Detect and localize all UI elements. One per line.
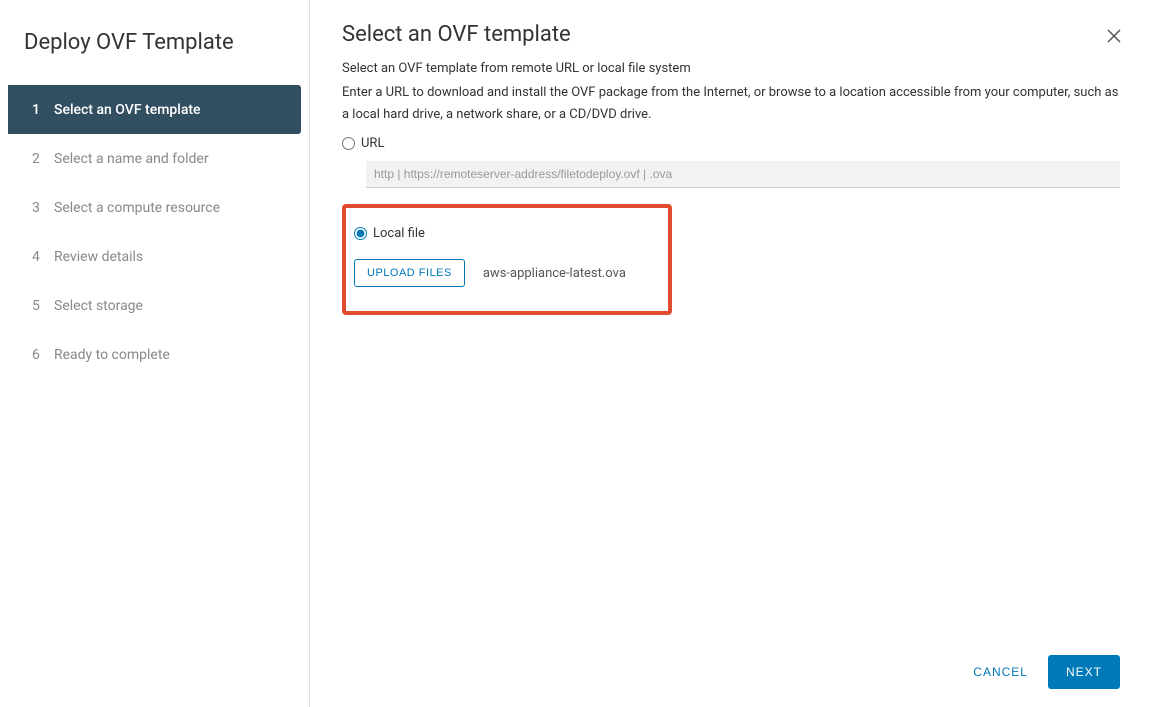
radio-url-row[interactable]: URL bbox=[342, 136, 1120, 151]
next-button[interactable]: NEXT bbox=[1048, 655, 1120, 689]
step-label: Ready to complete bbox=[54, 347, 170, 363]
step-name-folder[interactable]: 2 Select a name and folder bbox=[8, 134, 301, 183]
upload-row: UPLOAD FILES aws-appliance-latest.ova bbox=[354, 259, 654, 287]
radio-local-file[interactable] bbox=[354, 227, 367, 240]
step-compute-resource[interactable]: 3 Select a compute resource bbox=[8, 183, 301, 232]
step-label: Review details bbox=[54, 249, 143, 265]
step-number: 4 bbox=[32, 249, 50, 265]
selected-file-name: aws-appliance-latest.ova bbox=[483, 266, 626, 281]
page-subtitle: Select an OVF template from remote URL o… bbox=[342, 61, 1120, 76]
step-number: 6 bbox=[32, 347, 50, 363]
step-number: 3 bbox=[32, 200, 50, 216]
wizard-steps: 1 Select an OVF template 2 Select a name… bbox=[0, 85, 309, 379]
cancel-button[interactable]: CANCEL bbox=[973, 665, 1028, 679]
step-label: Select storage bbox=[54, 298, 143, 314]
upload-files-button[interactable]: UPLOAD FILES bbox=[354, 259, 465, 287]
step-label: Select a name and folder bbox=[54, 151, 209, 167]
step-select-storage[interactable]: 5 Select storage bbox=[8, 281, 301, 330]
step-number: 1 bbox=[32, 102, 50, 118]
local-file-highlight: Local file UPLOAD FILES aws-appliance-la… bbox=[342, 204, 672, 315]
wizard-content: Select an OVF template Select an OVF tem… bbox=[310, 0, 1152, 707]
step-select-ovf[interactable]: 1 Select an OVF template bbox=[8, 85, 301, 134]
step-label: Select an OVF template bbox=[54, 102, 201, 118]
radio-url[interactable] bbox=[342, 137, 355, 150]
step-number: 2 bbox=[32, 151, 50, 167]
radio-local-file-row[interactable]: Local file bbox=[354, 226, 654, 241]
radio-url-label: URL bbox=[361, 136, 384, 151]
wizard-footer: CANCEL NEXT bbox=[973, 655, 1120, 689]
page-description: Enter a URL to download and install the … bbox=[342, 82, 1120, 126]
wizard-dialog: Deploy OVF Template 1 Select an OVF temp… bbox=[0, 0, 1152, 707]
step-ready-complete[interactable]: 6 Ready to complete bbox=[8, 330, 301, 379]
url-input[interactable] bbox=[366, 161, 1120, 188]
page-title: Select an OVF template bbox=[342, 22, 1120, 47]
step-number: 5 bbox=[32, 298, 50, 314]
wizard-title: Deploy OVF Template bbox=[0, 20, 309, 85]
step-review-details[interactable]: 4 Review details bbox=[8, 232, 301, 281]
radio-local-file-label: Local file bbox=[373, 226, 425, 241]
step-label: Select a compute resource bbox=[54, 200, 220, 216]
close-icon[interactable] bbox=[1106, 28, 1126, 48]
wizard-sidebar: Deploy OVF Template 1 Select an OVF temp… bbox=[0, 0, 310, 707]
